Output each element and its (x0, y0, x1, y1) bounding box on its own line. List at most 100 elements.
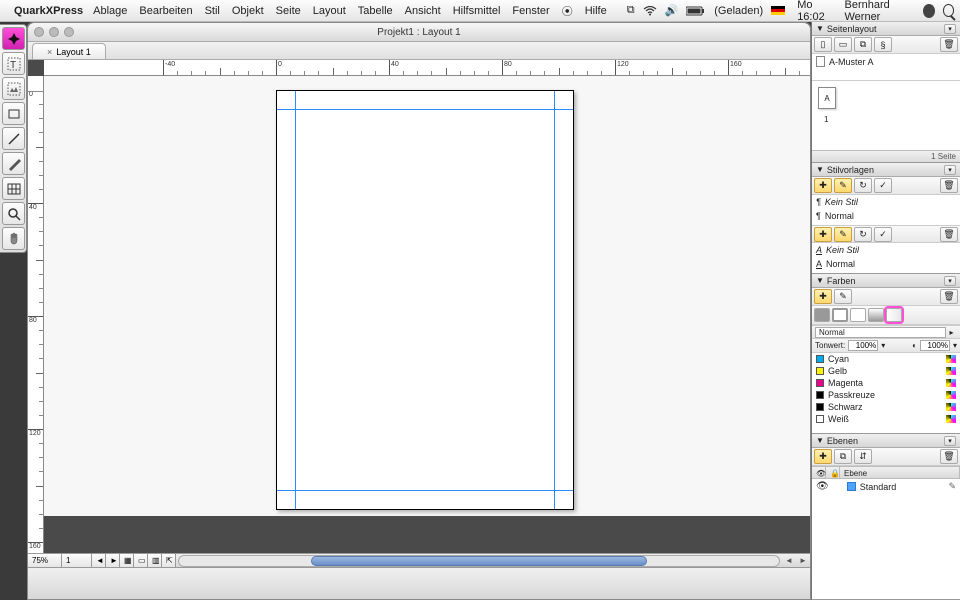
picture-content-tool[interactable] (2, 77, 25, 100)
menu-tabelle[interactable]: Tabelle (358, 5, 393, 17)
panel-header-stilvorlagen[interactable]: ▼ Stilvorlagen ▾ (812, 163, 960, 177)
tonwert-field-2[interactable] (920, 340, 950, 351)
edit-color-button[interactable]: ✎ (834, 289, 852, 304)
menu-bearbeiten[interactable]: Bearbeiten (139, 5, 192, 17)
battery-icon[interactable] (686, 6, 706, 16)
panel-menu-icon[interactable]: ▾ (944, 276, 956, 286)
text-content-tool[interactable]: T (2, 52, 25, 75)
apply-parastyle-button[interactable]: ✓ (874, 178, 892, 193)
input-flag-icon[interactable] (771, 6, 789, 15)
menu-ansicht[interactable]: Ansicht (405, 5, 441, 17)
color-mode-solid[interactable] (814, 308, 830, 322)
panel-header-farben[interactable]: ▼ Farben ▾ (812, 274, 960, 288)
canvas[interactable] (44, 76, 810, 553)
menu-hilfe[interactable]: Hilfe (585, 5, 607, 17)
view-single-button[interactable]: ▭ (134, 554, 148, 567)
panel-menu-icon[interactable]: ▾ (944, 165, 956, 175)
tonwert-stepper-1[interactable]: ▾ (881, 341, 885, 350)
spotlight-icon[interactable] (943, 4, 954, 17)
tonwert-stepper-2[interactable]: ▾ (953, 341, 957, 350)
clock[interactable]: Mo 16:02 (797, 0, 836, 23)
color-row[interactable]: Magenta (812, 377, 960, 389)
page-field[interactable]: 1 (62, 554, 92, 567)
panel-header-seitenlayout[interactable]: ▼ Seitenlayout ▾ (812, 22, 960, 36)
page-thumb[interactable]: A (818, 87, 836, 109)
blend-menu-icon[interactable]: ▸ (946, 328, 957, 337)
scroll-right-button[interactable]: ► (796, 556, 810, 565)
new-parastyle-button[interactable]: ✚ (814, 178, 832, 193)
color-mode-text[interactable] (850, 308, 866, 322)
blend-mode-select[interactable]: Normal (815, 327, 946, 338)
new-charstyle-button[interactable]: ✚ (814, 227, 832, 242)
wifi-icon[interactable] (643, 6, 657, 16)
minimize-window-icon[interactable] (49, 27, 59, 37)
volume-icon[interactable]: 🔊 (665, 4, 679, 17)
menu-ablage[interactable]: Ablage (93, 5, 127, 17)
user-name[interactable]: Bernhard Werner (844, 0, 916, 23)
char-style-row[interactable]: ANormal (812, 257, 960, 271)
menu-layout[interactable]: Layout (313, 5, 346, 17)
menu-hilfsmittel[interactable]: Hilfsmittel (453, 5, 501, 17)
new-layer-button[interactable]: ✚ (814, 449, 832, 464)
vertical-ruler[interactable]: 04080120160200240 (28, 76, 44, 553)
tonwert-field-1[interactable] (848, 340, 878, 351)
close-window-icon[interactable] (34, 27, 44, 37)
menu-seite[interactable]: Seite (276, 5, 301, 17)
section-button[interactable]: § (874, 37, 892, 52)
update-parastyle-button[interactable]: ↻ (854, 178, 872, 193)
close-tab-icon[interactable]: × (47, 44, 52, 60)
rectangle-box-tool[interactable] (2, 102, 25, 125)
para-style-row[interactable]: ¶Kein Stil (812, 195, 960, 209)
color-mode-gap[interactable] (868, 308, 884, 322)
table-tool[interactable] (2, 177, 25, 200)
scroll-left-button[interactable]: ◄ (782, 556, 796, 565)
edit-charstyle-button[interactable]: ✎ (834, 227, 852, 242)
pan-tool[interactable] (2, 227, 25, 250)
delete-color-button[interactable]: 🗑 (940, 289, 958, 304)
delete-layer-button[interactable]: 🗑 (940, 449, 958, 464)
ruler-origin[interactable] (28, 76, 44, 92)
bluetooth-icon[interactable]: ⧉ (627, 4, 635, 17)
view-facing-button[interactable]: ▥ (148, 554, 162, 567)
hscrollbar[interactable] (178, 555, 780, 567)
app-menu[interactable]: QuarkXPress (14, 5, 83, 17)
panel-menu-icon[interactable]: ▾ (944, 436, 956, 446)
color-row[interactable]: Schwarz (812, 401, 960, 413)
user-avatar-icon[interactable] (923, 4, 935, 18)
color-row[interactable]: Weiß (812, 413, 960, 425)
page[interactable] (276, 90, 574, 510)
scripts-menu-icon[interactable]: ⦿ (562, 3, 573, 19)
export-button[interactable]: ⇱ (162, 554, 176, 567)
window-titlebar[interactable]: Projekt1 : Layout 1 (28, 23, 810, 42)
layout-tab[interactable]: × Layout 1 (32, 43, 106, 59)
merge-layer-button[interactable]: ⧉ (834, 449, 852, 464)
color-mode-blend[interactable] (886, 308, 902, 322)
delete-parastyle-button[interactable]: 🗑 (940, 178, 958, 193)
hscroll-thumb[interactable] (311, 556, 647, 566)
panel-menu-icon[interactable]: ▾ (944, 24, 956, 34)
pen-tool[interactable] (2, 152, 25, 175)
blank-single-button[interactable]: ▯ (814, 37, 832, 52)
color-row[interactable]: Gelb (812, 365, 960, 377)
color-mode-frame[interactable] (832, 308, 848, 322)
color-row[interactable]: Passkreuze (812, 389, 960, 401)
move-item-button[interactable]: ⇵ (854, 449, 872, 464)
zoom-field[interactable]: 75% (28, 554, 62, 567)
prev-page-button[interactable]: ◄ (92, 554, 106, 567)
layer-visibility-icon[interactable]: 👁 (816, 481, 829, 492)
para-style-row[interactable]: ¶Normal (812, 209, 960, 223)
update-charstyle-button[interactable]: ↻ (854, 227, 872, 242)
horizontal-ruler[interactable]: -4004080120160200240 (44, 60, 810, 76)
char-style-row[interactable]: AKein Stil (812, 243, 960, 257)
new-color-button[interactable]: ✚ (814, 289, 832, 304)
zoom-window-icon[interactable] (64, 27, 74, 37)
delete-page-button[interactable]: 🗑 (940, 37, 958, 52)
next-page-button[interactable]: ► (106, 554, 120, 567)
edit-parastyle-button[interactable]: ✎ (834, 178, 852, 193)
panel-header-ebenen[interactable]: ▼ Ebenen ▾ (812, 434, 960, 448)
delete-charstyle-button[interactable]: 🗑 (940, 227, 958, 242)
menu-fenster[interactable]: Fenster (512, 5, 549, 17)
item-tool[interactable] (2, 27, 25, 50)
view-master-button[interactable]: ▦ (120, 554, 134, 567)
zoom-tool[interactable] (2, 202, 25, 225)
